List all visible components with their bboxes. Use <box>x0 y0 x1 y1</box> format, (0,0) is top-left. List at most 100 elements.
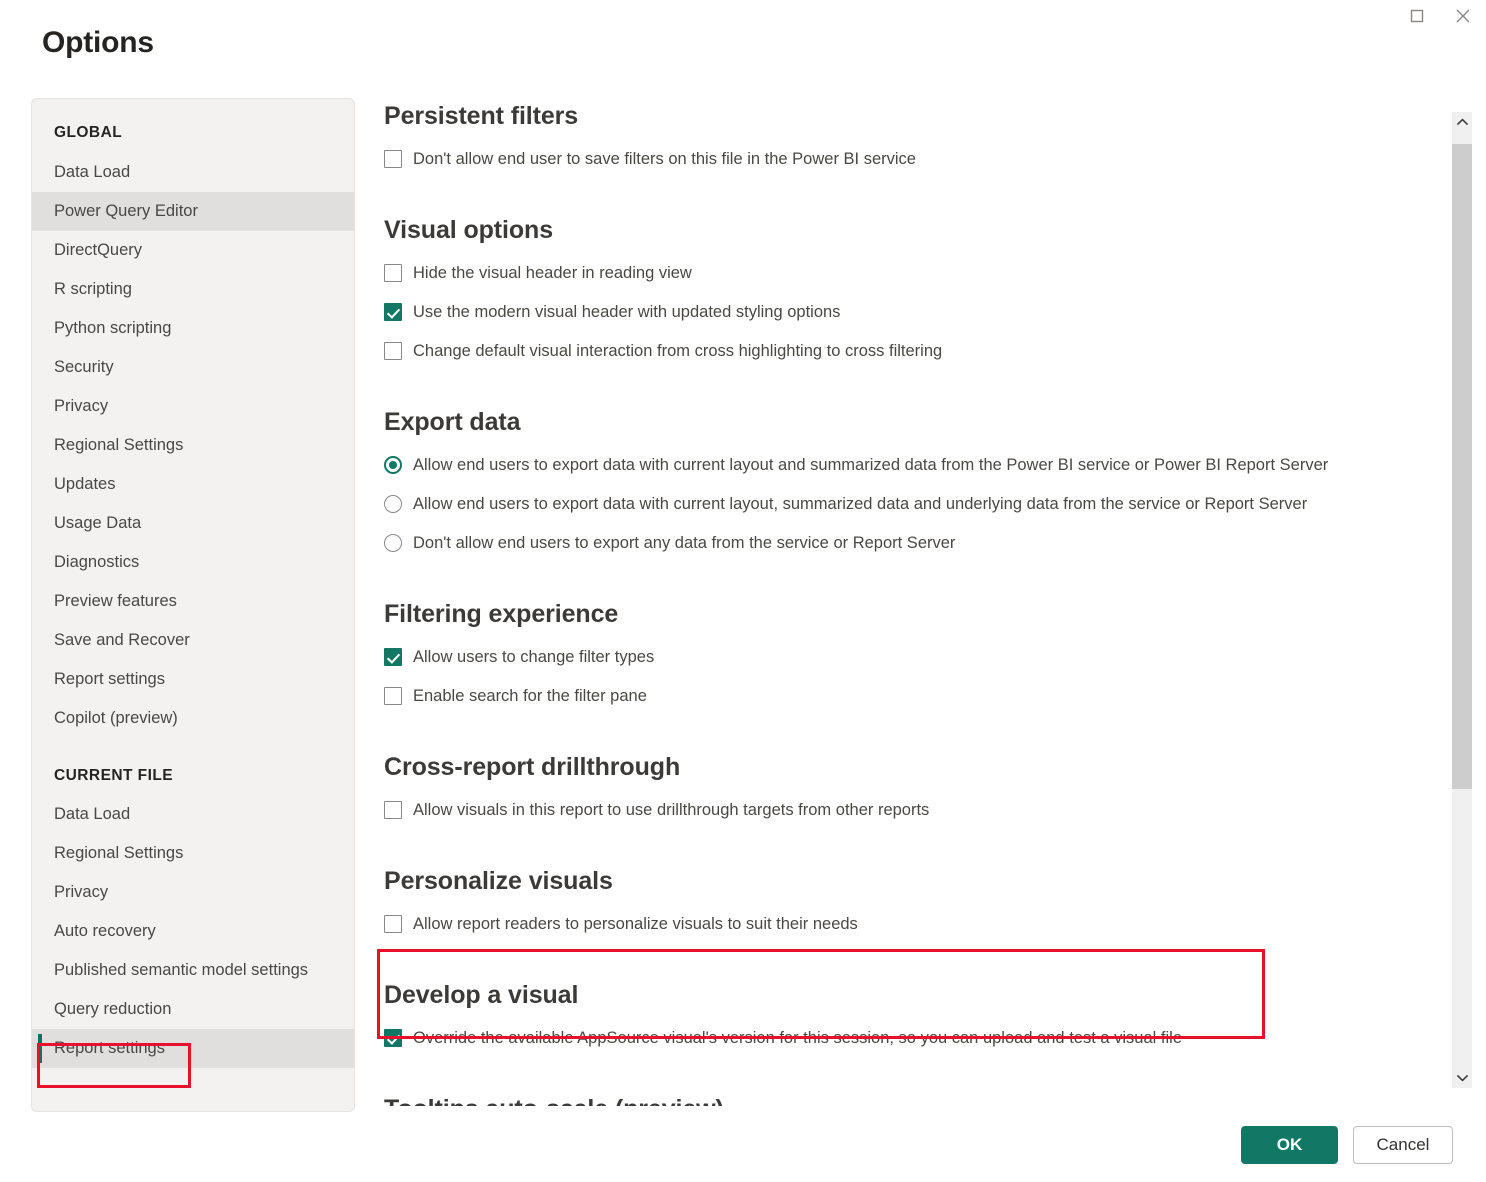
option-allow-drillthrough-targets[interactable]: Allow visuals in this report to use dril… <box>384 800 1432 820</box>
sidebar-item-report-settings-global[interactable]: Report settings <box>32 660 354 699</box>
radio-export-underlying[interactable] <box>384 495 402 513</box>
section-personalize-visuals: Personalize visuals Allow report readers… <box>384 869 1432 934</box>
section-heading: Filtering experience <box>384 602 1432 627</box>
option-label: Allow visuals in this report to use dril… <box>413 800 929 820</box>
option-enable-filter-pane-search[interactable]: Enable search for the filter pane <box>384 686 1432 706</box>
option-label: Don't allow end user to save filters on … <box>413 149 916 169</box>
sidebar-item-report-settings[interactable]: Report settings <box>32 1029 354 1068</box>
option-allow-change-filter-types[interactable]: Allow users to change filter types <box>384 647 1432 667</box>
sidebar-item-query-reduction[interactable]: Query reduction <box>32 990 354 1029</box>
sidebar-item-label: R scripting <box>54 280 132 299</box>
option-dont-allow-save-filters[interactable]: Don't allow end user to save filters on … <box>384 149 1432 169</box>
sidebar-item-label: Report settings <box>54 1039 165 1058</box>
dialog-footer: OK Cancel <box>0 1108 1486 1182</box>
sidebar-item-security[interactable]: Security <box>32 348 354 387</box>
chevron-up-icon <box>1457 113 1468 131</box>
sidebar-item-label: Auto recovery <box>54 922 156 941</box>
sidebar-item-privacy[interactable]: Privacy <box>32 387 354 426</box>
option-label: Enable search for the filter pane <box>413 686 647 706</box>
section-heading: Develop a visual <box>384 983 1432 1008</box>
sidebar-item-python-scripting[interactable]: Python scripting <box>32 309 354 348</box>
sidebar-item-current-regional-settings[interactable]: Regional Settings <box>32 834 354 873</box>
option-label: Don't allow end users to export any data… <box>413 533 955 553</box>
sidebar-item-label: Privacy <box>54 397 108 416</box>
sidebar-item-regional-settings[interactable]: Regional Settings <box>32 426 354 465</box>
option-override-appsource-visual-version[interactable]: Override the available AppSource visual'… <box>384 1028 1432 1048</box>
selected-accent-bar <box>38 1034 42 1063</box>
title-bar <box>0 0 1486 32</box>
options-sidebar: GLOBAL Data Load Power Query Editor Dire… <box>31 98 355 1112</box>
sidebar-group-title-global: GLOBAL <box>32 125 354 141</box>
ok-button[interactable]: OK <box>1241 1126 1338 1164</box>
cancel-button[interactable]: Cancel <box>1353 1126 1453 1164</box>
maximize-icon <box>1410 9 1424 23</box>
window-controls <box>1394 0 1486 32</box>
option-export-underlying[interactable]: Allow end users to export data with curr… <box>384 494 1432 514</box>
option-label: Allow report readers to personalize visu… <box>413 914 858 934</box>
checkbox-allow-change-filter-types[interactable] <box>384 648 402 666</box>
radio-export-summarized[interactable] <box>384 456 402 474</box>
option-export-summarized[interactable]: Allow end users to export data with curr… <box>384 455 1432 475</box>
option-label: Change default visual interaction from c… <box>413 341 942 361</box>
checkbox-allow-drillthrough-targets[interactable] <box>384 801 402 819</box>
scrollbar-thumb[interactable] <box>1452 144 1472 789</box>
sidebar-list-current-file: Data Load Regional Settings Privacy Auto… <box>32 795 354 1068</box>
options-content-panel: Persistent filters Don't allow end user … <box>384 104 1432 1106</box>
sidebar-item-copilot-preview[interactable]: Copilot (preview) <box>32 699 354 738</box>
sidebar-item-current-data-load[interactable]: Data Load <box>32 795 354 834</box>
maximize-button[interactable] <box>1394 0 1440 32</box>
option-label: Allow end users to export data with curr… <box>413 455 1328 475</box>
sidebar-item-usage-data[interactable]: Usage Data <box>32 504 354 543</box>
option-export-none[interactable]: Don't allow end users to export any data… <box>384 533 1432 553</box>
checkbox-change-default-visual-interaction[interactable] <box>384 342 402 360</box>
sidebar-item-data-load[interactable]: Data Load <box>32 153 354 192</box>
sidebar-item-preview-features[interactable]: Preview features <box>32 582 354 621</box>
sidebar-item-label: Save and Recover <box>54 631 190 650</box>
checkbox-override-appsource-visual-version[interactable] <box>384 1029 402 1047</box>
radio-export-none[interactable] <box>384 534 402 552</box>
section-export-data: Export data Allow end users to export da… <box>384 410 1432 553</box>
section-persistent-filters: Persistent filters Don't allow end user … <box>384 104 1432 169</box>
sidebar-item-diagnostics[interactable]: Diagnostics <box>32 543 354 582</box>
section-develop-a-visual: Develop a visual Override the available … <box>384 983 1432 1048</box>
sidebar-item-directquery[interactable]: DirectQuery <box>32 231 354 270</box>
section-filtering-experience: Filtering experience Allow users to chan… <box>384 602 1432 706</box>
sidebar-item-label: Usage Data <box>54 514 141 533</box>
option-allow-personalize-visuals[interactable]: Allow report readers to personalize visu… <box>384 914 1432 934</box>
sidebar-item-current-auto-recovery[interactable]: Auto recovery <box>32 912 354 951</box>
checkbox-modern-visual-header[interactable] <box>384 303 402 321</box>
sidebar-item-label: Diagnostics <box>54 553 139 572</box>
sidebar-list-global: Data Load Power Query Editor DirectQuery… <box>32 153 354 738</box>
sidebar-item-label: Query reduction <box>54 1000 171 1019</box>
section-heading: Cross-report drillthrough <box>384 755 1432 780</box>
sidebar-item-current-privacy[interactable]: Privacy <box>32 873 354 912</box>
section-cross-report-drillthrough: Cross-report drillthrough Allow visuals … <box>384 755 1432 820</box>
scrollbar-up-button[interactable] <box>1452 112 1472 132</box>
sidebar-item-updates[interactable]: Updates <box>32 465 354 504</box>
sidebar-item-label: Published semantic model settings <box>54 961 308 980</box>
option-hide-visual-header[interactable]: Hide the visual header in reading view <box>384 263 1432 283</box>
option-label: Allow end users to export data with curr… <box>413 494 1307 514</box>
sidebar-item-label: DirectQuery <box>54 241 142 260</box>
sidebar-item-power-query-editor[interactable]: Power Query Editor <box>32 192 354 231</box>
sidebar-item-label: Privacy <box>54 883 108 902</box>
sidebar-item-label: Preview features <box>54 592 177 611</box>
option-label: Override the available AppSource visual'… <box>413 1028 1182 1048</box>
content-scrollbar[interactable] <box>1452 112 1472 1088</box>
option-change-default-visual-interaction[interactable]: Change default visual interaction from c… <box>384 341 1432 361</box>
option-label: Hide the visual header in reading view <box>413 263 692 283</box>
checkbox-dont-allow-save-filters[interactable] <box>384 150 402 168</box>
section-heading: Visual options <box>384 218 1432 243</box>
sidebar-group-title-current-file: CURRENT FILE <box>32 768 354 784</box>
sidebar-item-published-semantic-model-settings[interactable]: Published semantic model settings <box>32 951 354 990</box>
sidebar-item-save-and-recover[interactable]: Save and Recover <box>32 621 354 660</box>
close-button[interactable] <box>1440 0 1486 32</box>
sidebar-item-label: Data Load <box>54 805 130 824</box>
sidebar-item-r-scripting[interactable]: R scripting <box>32 270 354 309</box>
section-heading: Tooltips auto-scale (preview) <box>384 1097 1432 1106</box>
option-modern-visual-header[interactable]: Use the modern visual header with update… <box>384 302 1432 322</box>
checkbox-allow-personalize-visuals[interactable] <box>384 915 402 933</box>
checkbox-hide-visual-header[interactable] <box>384 264 402 282</box>
scrollbar-down-button[interactable] <box>1452 1068 1472 1088</box>
checkbox-enable-filter-pane-search[interactable] <box>384 687 402 705</box>
